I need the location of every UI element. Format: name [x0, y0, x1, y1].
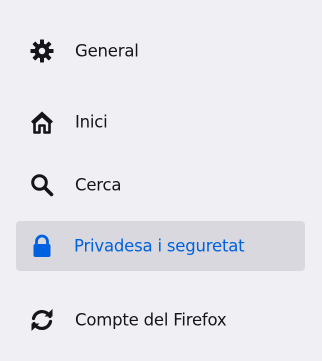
sidebar-item-label: General: [75, 41, 139, 61]
sidebar-item-label: Cerca: [75, 175, 122, 195]
sidebar-item-home[interactable]: Inici: [16, 97, 305, 147]
search-icon: [30, 173, 54, 197]
sidebar-item-label: Compte del Firefox: [75, 310, 227, 330]
sidebar-item-search[interactable]: Cerca: [16, 160, 305, 210]
home-icon: [30, 110, 54, 134]
lock-icon: [30, 234, 54, 258]
sidebar-item-label: Privadesa i seguretat: [74, 236, 245, 256]
sidebar-item-firefox-account[interactable]: Compte del Firefox: [16, 295, 305, 345]
sidebar-item-privacy-security[interactable]: Privadesa i seguretat: [16, 221, 305, 271]
preferences-sidebar: General Inici Cerca Privadesa i segureta…: [0, 0, 322, 361]
gear-icon: [30, 39, 54, 63]
sidebar-item-label: Inici: [75, 112, 108, 132]
sync-icon: [30, 308, 54, 332]
sidebar-item-general[interactable]: General: [16, 26, 305, 76]
